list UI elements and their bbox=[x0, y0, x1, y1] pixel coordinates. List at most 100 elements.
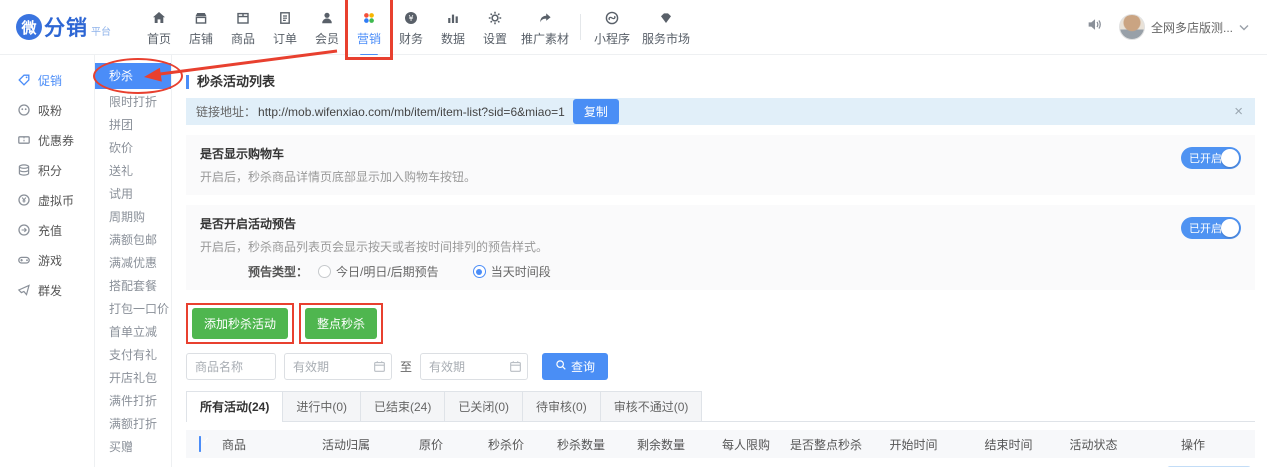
tab-all-activities[interactable]: 所有活动(24) bbox=[186, 391, 283, 421]
submenu-item-gift[interactable]: 送礼 bbox=[95, 160, 171, 183]
cart-toggle[interactable]: 已开启 bbox=[1181, 147, 1241, 169]
sidebar-item-virtual-coin[interactable]: 虚拟币 bbox=[0, 185, 94, 215]
search-row: 至 查询 bbox=[186, 353, 1255, 380]
submenu-item-group-buy[interactable]: 拼团 bbox=[95, 114, 171, 137]
submenu-item-store-pack[interactable]: 开店礼包 bbox=[95, 367, 171, 390]
submenu-item-first-order[interactable]: 首单立减 bbox=[95, 321, 171, 344]
radio-option-time-slot[interactable]: 当天时间段 bbox=[473, 263, 551, 280]
submenu-item-label: 周期购 bbox=[109, 210, 145, 224]
tab-pending-review[interactable]: 待审核(0) bbox=[523, 391, 601, 421]
query-button-label: 查询 bbox=[571, 358, 595, 375]
action-button-row: 添加秒杀活动 整点秒杀 bbox=[186, 303, 1255, 344]
tab-closed[interactable]: 已关闭(0) bbox=[445, 391, 523, 421]
col-seckill-qty: 秒杀数量 bbox=[546, 436, 616, 453]
sidebar-item-coupon[interactable]: 优惠券 bbox=[0, 125, 94, 155]
status-tabs: 所有活动(24) 进行中(0) 已结束(24) 已关闭(0) 待审核(0) 审核… bbox=[186, 391, 1255, 422]
submenu-item-label: 开店礼包 bbox=[109, 371, 157, 385]
tab-review-failed[interactable]: 审核不通过(0) bbox=[601, 391, 703, 421]
submenu-item-limited-discount[interactable]: 限时打折 bbox=[95, 91, 171, 114]
secondary-sidebar: 秒杀 限时打折 拼团 砍价 送礼 试用 周期购 满额包邮 满减优惠 搭配套餐 打… bbox=[95, 55, 172, 467]
table-row: 县级合伙人 总部 73710.00 50.00 7 6 6 否 2020-12-… bbox=[186, 458, 1255, 467]
submenu-item-label: 满减优惠 bbox=[109, 256, 157, 270]
submenu-item-full-discount[interactable]: 满减优惠 bbox=[95, 252, 171, 275]
nav-label: 商品 bbox=[231, 32, 255, 46]
main-content: 秒杀活动列表 链接地址： http://mob.wifenxiao.com/mb… bbox=[172, 55, 1267, 467]
nav-label: 店铺 bbox=[189, 32, 213, 46]
logo-brand: 分销 bbox=[44, 12, 88, 42]
add-seckill-button[interactable]: 添加秒杀活动 bbox=[192, 308, 288, 339]
nav-item-home[interactable]: 首页 bbox=[138, 8, 180, 47]
finance-icon: ¥ bbox=[390, 10, 432, 27]
col-per-person-limit: 每人限购 bbox=[706, 436, 786, 453]
annotation-box-add-seckill: 添加秒杀活动 bbox=[186, 303, 294, 344]
date-to-input[interactable] bbox=[420, 353, 528, 380]
nav-item-members[interactable]: 会员 bbox=[306, 8, 348, 47]
nav-label: 设置 bbox=[483, 32, 507, 46]
setting-desc: 开启后，秒杀商品详情页底部显示加入购物车按钮。 bbox=[200, 168, 1241, 185]
nav-item-finance[interactable]: ¥ 财务 bbox=[390, 8, 432, 47]
sidebar-item-promotion[interactable]: 促销 bbox=[0, 65, 94, 95]
col-seckill-price: 秒杀价 bbox=[466, 436, 546, 453]
submenu-item-qty-discount[interactable]: 满件打折 bbox=[95, 390, 171, 413]
shop-icon bbox=[180, 10, 222, 27]
submenu-item-cycle-purchase[interactable]: 周期购 bbox=[95, 206, 171, 229]
sidebar-item-game[interactable]: 游戏 bbox=[0, 245, 94, 275]
submenu-item-bargain[interactable]: 砍价 bbox=[95, 137, 171, 160]
product-name-input[interactable] bbox=[186, 353, 276, 380]
link-bar: 链接地址： http://mob.wifenxiao.com/mb/item/i… bbox=[186, 98, 1255, 125]
hourly-seckill-button[interactable]: 整点秒杀 bbox=[305, 308, 377, 339]
topbar: 微 分销 平台 首页 店铺 商品 订单 会员 营销 bbox=[0, 0, 1267, 55]
submenu-item-bundle[interactable]: 搭配套餐 bbox=[95, 275, 171, 298]
nav-item-miniprogram[interactable]: 小程序 bbox=[587, 8, 637, 47]
sidebar-item-label: 优惠券 bbox=[38, 132, 74, 149]
radio-option-daily-preview[interactable]: 今日/明日/后期预告 bbox=[318, 263, 439, 280]
sidebar-item-broadcast[interactable]: 群发 bbox=[0, 275, 94, 305]
goods-icon bbox=[222, 10, 264, 27]
submenu-item-payment-gift[interactable]: 支付有礼 bbox=[95, 344, 171, 367]
nav-item-data[interactable]: 数据 bbox=[432, 8, 474, 47]
copy-button[interactable]: 复制 bbox=[573, 99, 619, 124]
submenu-item-label: 支付有礼 bbox=[109, 348, 157, 362]
submenu-item-amount-discount[interactable]: 满额打折 bbox=[95, 413, 171, 436]
close-icon[interactable]: × bbox=[1232, 103, 1245, 120]
nav-item-service-market[interactable]: 服务市场 bbox=[637, 8, 695, 47]
nav-item-marketing[interactable]: 营销 bbox=[348, 8, 390, 47]
nav-item-promo-material[interactable]: 推广素材 bbox=[516, 8, 574, 47]
submenu-item-seckill[interactable]: 秒杀 bbox=[95, 63, 171, 89]
sidebar-item-label: 群发 bbox=[38, 282, 62, 299]
date-from-input[interactable] bbox=[284, 353, 392, 380]
sidebar-item-recharge[interactable]: 充值 bbox=[0, 215, 94, 245]
setting-title: 是否开启活动预告 bbox=[200, 215, 1241, 232]
user-menu[interactable]: 全网多店版测... bbox=[1119, 14, 1249, 40]
sidebar-item-points[interactable]: 积分 bbox=[0, 155, 94, 185]
query-button[interactable]: 查询 bbox=[542, 353, 608, 380]
logo-suffix: 平台 bbox=[91, 23, 111, 38]
preview-toggle[interactable]: 已开启 bbox=[1181, 217, 1241, 239]
nav-item-settings[interactable]: 设置 bbox=[474, 8, 516, 47]
select-all-checkbox[interactable] bbox=[199, 436, 201, 452]
submenu-item-free-shipping[interactable]: 满额包邮 bbox=[95, 229, 171, 252]
sidebar-item-fans[interactable]: 吸粉 bbox=[0, 95, 94, 125]
link-url: http://mob.wifenxiao.com/mb/item/item-li… bbox=[258, 105, 565, 119]
nav-label: 订单 bbox=[273, 32, 297, 46]
radio-option-label: 今日/明日/后期预告 bbox=[336, 263, 439, 280]
volume-icon[interactable] bbox=[1086, 16, 1103, 38]
tab-ended[interactable]: 已结束(24) bbox=[361, 391, 445, 421]
user-name: 全网多店版测... bbox=[1151, 19, 1233, 36]
miniprogram-icon bbox=[587, 10, 637, 27]
to-label: 至 bbox=[400, 358, 412, 375]
top-nav: 首页 店铺 商品 订单 会员 营销 ¥ 财务 数据 bbox=[138, 0, 695, 54]
nav-item-goods[interactable]: 商品 bbox=[222, 8, 264, 47]
svg-text:¥: ¥ bbox=[408, 14, 413, 23]
submenu-item-label: 满件打折 bbox=[109, 394, 157, 408]
nav-label: 会员 bbox=[315, 32, 339, 46]
row-operations: 编辑 删除 开启活动 复制地址 bbox=[1131, 458, 1255, 467]
col-status: 活动状态 bbox=[1056, 436, 1131, 453]
submenu-item-label: 秒杀 bbox=[109, 69, 133, 83]
nav-item-orders[interactable]: 订单 bbox=[264, 8, 306, 47]
submenu-item-trial[interactable]: 试用 bbox=[95, 183, 171, 206]
nav-item-shop[interactable]: 店铺 bbox=[180, 8, 222, 47]
submenu-item-package-price[interactable]: 打包一口价 bbox=[95, 298, 171, 321]
submenu-item-buy-gift[interactable]: 买赠 bbox=[95, 436, 171, 459]
tab-in-progress[interactable]: 进行中(0) bbox=[283, 391, 361, 421]
